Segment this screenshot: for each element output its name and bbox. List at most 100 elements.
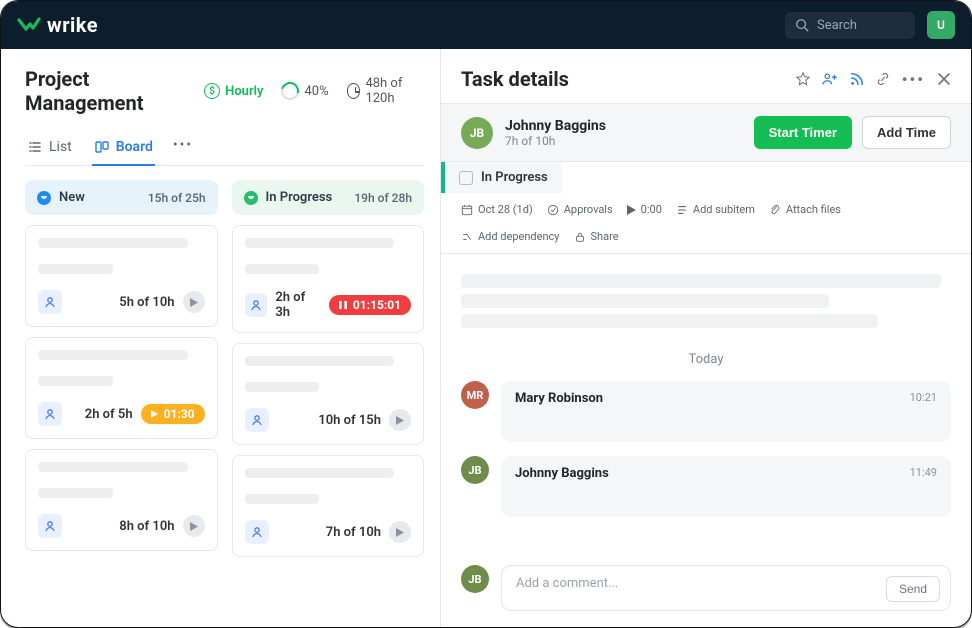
meta-dependency[interactable]: Add dependency	[461, 230, 560, 243]
column-hours: 19h of 28h	[354, 191, 412, 205]
skeleton-line	[245, 238, 395, 248]
comment-placeholder: Add a comment...	[516, 576, 618, 591]
link-icon[interactable]	[876, 72, 890, 86]
assignee-icon[interactable]	[38, 514, 62, 538]
skeleton-line	[38, 376, 113, 386]
running-timer-pill[interactable]: 01:15:01	[329, 295, 411, 315]
more-icon[interactable]: •••	[902, 70, 925, 89]
star-icon[interactable]	[796, 72, 810, 86]
user-avatar[interactable]: U	[927, 11, 955, 39]
task-assignee-row: JB Johnny Baggins 7h of 10h Start Timer …	[441, 103, 971, 162]
dependency-icon	[461, 231, 473, 243]
assignee-icon[interactable]	[245, 520, 269, 544]
column-header-new[interactable]: New 15h of 25h	[25, 180, 218, 215]
checkbox-icon[interactable]	[459, 171, 473, 185]
paperclip-icon	[769, 204, 781, 216]
assignee-hours: 7h of 10h	[505, 134, 606, 148]
card-hours: 8h of 10h	[119, 519, 174, 534]
global-search[interactable]: Search	[785, 12, 915, 39]
brand-logo[interactable]: wrike	[17, 13, 98, 37]
assignee-avatar[interactable]: JB	[461, 117, 493, 149]
assignee-icon[interactable]	[245, 293, 268, 317]
brand-text: wrike	[47, 13, 98, 37]
card-hours: 7h of 10h	[326, 525, 381, 540]
start-timer-icon[interactable]	[389, 409, 411, 431]
calendar-icon	[461, 204, 473, 216]
skeleton-line	[38, 488, 113, 498]
card-hours: 5h of 10h	[119, 295, 174, 310]
start-timer-icon[interactable]	[183, 291, 205, 313]
board-column-in-progress: In Progress 19h of 28h 2h of 3h 01:15:01	[232, 180, 425, 611]
comment-time: 11:49	[910, 466, 937, 479]
add-time-button[interactable]: Add Time	[862, 116, 951, 149]
task-card[interactable]: 7h of 10h	[232, 455, 425, 557]
start-timer-icon[interactable]	[183, 515, 205, 537]
tab-list[interactable]: List	[25, 131, 74, 165]
column-hours: 15h of 25h	[148, 191, 206, 205]
activity-today-label: Today	[441, 352, 971, 367]
status-chip[interactable]: In Progress	[441, 162, 562, 193]
comment-time: 10:21	[910, 391, 937, 404]
rss-icon[interactable]	[850, 72, 864, 86]
meta-approvals[interactable]: Approvals	[547, 203, 613, 216]
column-header-in-progress[interactable]: In Progress 19h of 28h	[232, 180, 425, 215]
top-bar: wrike Search U	[1, 1, 971, 49]
skeleton-line	[245, 356, 395, 366]
pause-icon	[339, 301, 347, 309]
project-hours[interactable]: 48h of 120h	[347, 76, 424, 106]
task-description[interactable]	[441, 254, 971, 338]
commenter-avatar[interactable]: JB	[461, 456, 489, 484]
comment-row: JB Johnny Baggins 11:49	[441, 450, 971, 525]
play-small-icon	[627, 205, 636, 215]
rate-badge[interactable]: $Hourly	[204, 83, 263, 99]
meta-date[interactable]: Oct 28 (1d)	[461, 203, 533, 216]
task-card[interactable]: 8h of 10h	[25, 449, 218, 551]
send-button[interactable]: Send	[886, 576, 940, 602]
task-card[interactable]: 2h of 3h 01:15:01	[232, 225, 425, 333]
tabs-more[interactable]: •••	[173, 137, 193, 159]
comment-row: MR Mary Robinson 10:21	[441, 375, 971, 450]
composer-avatar[interactable]: JB	[461, 565, 489, 593]
lock-icon	[574, 231, 586, 243]
meta-duration[interactable]: 0:00	[627, 203, 662, 216]
people-icon[interactable]	[822, 72, 838, 86]
start-timer-button[interactable]: Start Timer	[754, 116, 852, 149]
assignee-icon[interactable]	[38, 290, 62, 314]
assignee-icon[interactable]	[38, 402, 62, 426]
start-timer-icon[interactable]	[389, 521, 411, 543]
progress-percent[interactable]: 40%	[281, 82, 328, 100]
status-dot-new-icon	[37, 191, 51, 205]
list-icon	[27, 139, 43, 155]
meta-attach[interactable]: Attach files	[769, 203, 841, 216]
comment-input[interactable]: Add a comment... Send	[501, 565, 951, 611]
comment-bubble[interactable]: Johnny Baggins 11:49	[501, 456, 951, 517]
task-detail-pane: Task details ••• JB Johnny Baggins 7h of…	[441, 49, 971, 627]
skeleton-line	[245, 264, 320, 274]
search-icon	[795, 18, 809, 32]
status-dot-progress-icon	[244, 191, 258, 205]
card-hours: 2h of 5h	[85, 407, 133, 422]
clock-icon	[347, 83, 361, 99]
search-placeholder: Search	[817, 18, 857, 33]
commenter-name: Johnny Baggins	[515, 466, 937, 481]
task-card[interactable]: 2h of 5h 01:30	[25, 337, 218, 439]
subitem-icon	[676, 204, 688, 216]
commenter-name: Mary Robinson	[515, 391, 937, 406]
tab-board[interactable]: Board	[92, 131, 155, 165]
task-details-title: Task details	[461, 67, 569, 91]
close-icon[interactable]	[937, 72, 951, 86]
wrike-logo-icon	[17, 16, 41, 34]
skeleton-line	[38, 264, 113, 274]
meta-share[interactable]: Share	[574, 230, 619, 243]
commenter-avatar[interactable]: MR	[461, 381, 489, 409]
dollar-icon: $	[204, 83, 220, 99]
comment-composer: JB Add a comment... Send	[441, 553, 971, 627]
assignee-icon[interactable]	[245, 408, 269, 432]
task-card[interactable]: 10h of 15h	[232, 343, 425, 445]
running-timer-pill[interactable]: 01:30	[141, 404, 205, 424]
card-hours: 10h of 15h	[318, 413, 381, 428]
task-card[interactable]: 5h of 10h	[25, 225, 218, 327]
progress-ring-icon	[278, 79, 303, 104]
meta-add-subitem[interactable]: Add subitem	[676, 203, 755, 216]
comment-bubble[interactable]: Mary Robinson 10:21	[501, 381, 951, 442]
